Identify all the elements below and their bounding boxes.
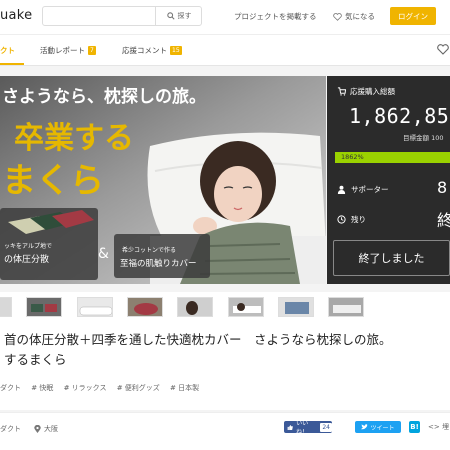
- thumbnail[interactable]: [177, 297, 213, 317]
- facebook-like-button[interactable]: いいね！ 24: [284, 420, 332, 436]
- hero-ampersand: &: [98, 246, 109, 262]
- tab-label: 応援コメント: [122, 46, 167, 55]
- location-meta: 大阪: [34, 424, 58, 434]
- tab-project[interactable]: クト: [0, 45, 15, 56]
- progress-text: 1862%: [341, 153, 364, 161]
- project-title-line2: するまくら: [4, 352, 67, 367]
- search-input[interactable]: [45, 8, 153, 24]
- thumbnail[interactable]: [278, 297, 314, 317]
- funding-panel: 応援購入総額 1,862,855 目標金額 100 1862% サポーター 8 …: [327, 76, 450, 284]
- search-button-label: 探す: [177, 12, 192, 20]
- search-button[interactable]: 探す: [155, 7, 202, 25]
- location-text: 大阪: [44, 425, 58, 433]
- thumbnail[interactable]: [0, 297, 12, 317]
- favorites-link[interactable]: 気になる: [333, 11, 375, 22]
- active-tab-indicator: [0, 63, 24, 65]
- thumbnail[interactable]: [77, 297, 113, 317]
- login-button[interactable]: ログイン: [390, 7, 436, 25]
- favorite-heart-icon[interactable]: [437, 44, 449, 58]
- like-label: いいね！: [296, 420, 309, 436]
- site-header: uake 探す プロジェクトを掲載する 気になる ログイン: [0, 0, 450, 34]
- supporters-text: サポーター: [351, 185, 389, 194]
- search-box: 探す: [42, 6, 202, 26]
- tab-badge: 15: [170, 46, 182, 55]
- tweet-label: ツイート: [370, 424, 395, 432]
- tag-item[interactable]: # リラックス: [64, 384, 107, 392]
- supporters-value: 8: [437, 178, 448, 197]
- category-text: ダクト: [0, 425, 21, 433]
- project-ended-button[interactable]: 終了しました: [333, 240, 450, 276]
- tag-item[interactable]: ダクト: [0, 384, 21, 392]
- thumbnail[interactable]: [328, 297, 364, 317]
- hero-cover-caption: 至福の肌触りカバー: [120, 258, 197, 269]
- hero-tagline: さようなら、枕探しの旅。: [2, 86, 206, 107]
- tag-list: ダクト # 快眠 # リラックス # 便利グッズ # 日本製: [0, 383, 207, 393]
- tab-comments[interactable]: 応援コメント 15: [122, 45, 182, 56]
- thumbnail[interactable]: [26, 297, 62, 317]
- remaining-text: 残り: [351, 215, 366, 224]
- funding-total-label: 応援購入総額: [337, 86, 395, 97]
- post-project-link[interactable]: プロジェクトを掲載する: [234, 11, 317, 22]
- site-logo[interactable]: uake: [0, 8, 32, 23]
- like-count: 24: [320, 422, 332, 432]
- hero-headline-1: 卒業する: [14, 121, 134, 156]
- category-meta[interactable]: ダクト: [0, 424, 21, 434]
- project-tabs: クト 活動レポート 7 応援コメント 15: [0, 34, 450, 66]
- hero-cover-caption-small: 希少コットンで作る: [122, 246, 176, 254]
- clock-icon: [337, 215, 346, 224]
- remaining-label: 残り: [337, 214, 366, 225]
- tag-item[interactable]: # 快眠: [31, 384, 53, 392]
- thumbnail-strip: [0, 292, 450, 322]
- tag-item[interactable]: # 日本製: [170, 384, 199, 392]
- project-title: 首の体圧分散＋四季を通した快適枕カバー さようなら枕探しの旅。: [4, 332, 392, 347]
- progress-bar: 1862%: [335, 152, 450, 163]
- hero-headline-2: まくら: [2, 161, 104, 201]
- thumbnail[interactable]: [127, 297, 163, 317]
- person-icon: [337, 185, 346, 194]
- heart-icon: [333, 12, 342, 21]
- tweet-button[interactable]: ツイート: [355, 421, 401, 433]
- tab-label: 活動レポート: [40, 46, 85, 55]
- funding-total-text: 応援購入総額: [350, 87, 395, 96]
- thumbs-up-icon: [287, 424, 293, 430]
- twitter-bird-icon: [361, 424, 369, 430]
- cart-icon: [337, 87, 346, 96]
- funding-amount: 1,862,855: [349, 104, 450, 128]
- embed-button[interactable]: <> 埋: [428, 422, 449, 432]
- hero-illustration: さようなら、枕探しの旅。 卒業する まくら ッキをアルプ地で の体圧分散 & 希…: [0, 76, 326, 284]
- tab-badge: 7: [88, 46, 96, 55]
- project-meta-row: ダクト 大阪 いいね！ 24 ツイート B! <> 埋: [0, 412, 450, 450]
- project-info: 首の体圧分散＋四季を通した快適枕カバー さようなら枕探しの旅。 するまくら ダク…: [0, 322, 450, 410]
- supporters-label: サポーター: [337, 184, 389, 195]
- favorites-label: 気になる: [345, 12, 375, 21]
- hatena-bookmark-button[interactable]: B!: [409, 421, 420, 433]
- funding-goal: 目標金額 100: [403, 134, 444, 142]
- remaining-value: 終: [437, 211, 450, 230]
- location-pin-icon: [34, 425, 41, 433]
- thumbnail[interactable]: [228, 297, 264, 317]
- hero-box-caption: の体圧分散: [4, 253, 49, 265]
- search-icon: [166, 12, 175, 20]
- tab-activity-reports[interactable]: 活動レポート 7: [40, 45, 96, 56]
- tag-item[interactable]: # 便利グッズ: [117, 384, 160, 392]
- tab-label: クト: [0, 46, 15, 55]
- hero-image[interactable]: さようなら、枕探しの旅。 卒業する まくら ッキをアルプ地で の体圧分散 & 希…: [0, 76, 326, 284]
- hero-box-caption-small: ッキをアルプ地で: [4, 242, 52, 250]
